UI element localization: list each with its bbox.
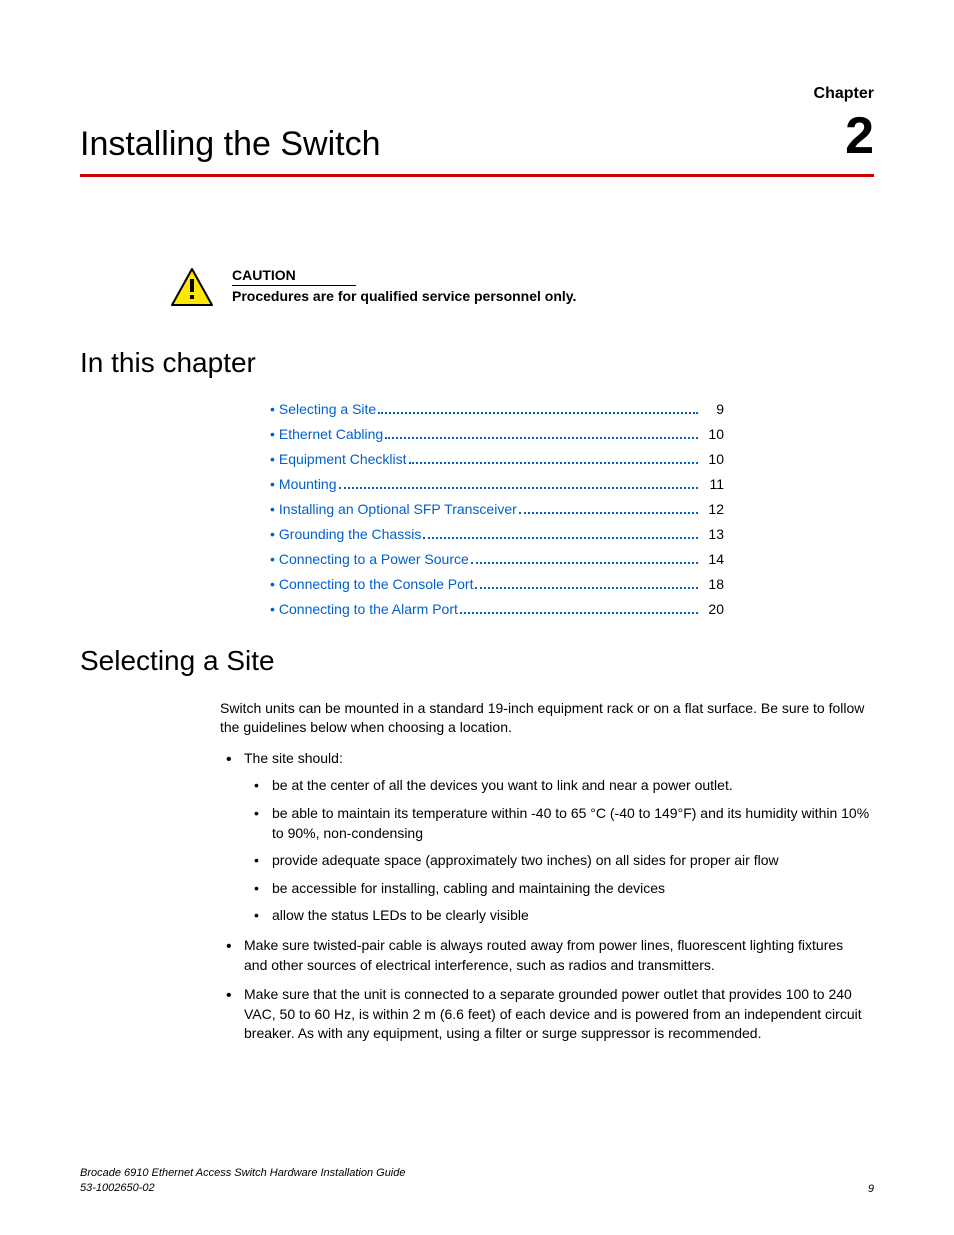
toc-page: 11 (702, 476, 724, 492)
section-body: Switch units can be mounted in a standar… (220, 699, 870, 1044)
toc-page: 10 (702, 451, 724, 467)
footer-page-number: 9 (868, 1183, 874, 1195)
warning-icon (170, 267, 214, 307)
bullet-list: The site should: be at the center of all… (220, 749, 870, 1044)
toc-item[interactable]: • Mounting 11 (270, 476, 724, 492)
toc-page: 9 (702, 401, 724, 417)
toc-page: 14 (702, 551, 724, 567)
toc-page: 20 (702, 601, 724, 617)
bullet-icon: • (270, 526, 275, 542)
toc-list: • Selecting a Site 9 • Ethernet Cabling … (270, 401, 724, 617)
bullet-icon: • (270, 426, 275, 442)
bullet-icon: • (270, 576, 275, 592)
chapter-number: 2 (845, 110, 874, 162)
toc-leader (475, 587, 698, 589)
toc-label: Connecting to the Alarm Port (279, 601, 458, 617)
toc-item[interactable]: • Grounding the Chassis 13 (270, 526, 724, 542)
bullet-icon: • (270, 551, 275, 567)
toc-label: Ethernet Cabling (279, 426, 383, 442)
toc-item[interactable]: • Connecting to the Alarm Port 20 (270, 601, 724, 617)
toc-leader (378, 412, 698, 414)
toc-leader (339, 487, 699, 489)
toc-leader (385, 437, 698, 439)
chapter-label: Chapter (814, 85, 874, 103)
toc-item[interactable]: • Selecting a Site 9 (270, 401, 724, 417)
page-footer: Brocade 6910 Ethernet Access Switch Hard… (80, 1166, 874, 1195)
toc-leader (460, 612, 698, 614)
toc-page: 10 (702, 426, 724, 442)
title-rule (80, 174, 874, 177)
toc-item[interactable]: • Equipment Checklist 10 (270, 451, 724, 467)
toc-label: Installing an Optional SFP Transceiver (279, 501, 517, 517)
list-item: be at the center of all the devices you … (244, 776, 870, 796)
bullet-icon: • (270, 476, 275, 492)
toc-label: Grounding the Chassis (279, 526, 421, 542)
list-item: The site should: be at the center of all… (220, 749, 870, 926)
toc-leader (409, 462, 698, 464)
toc-item[interactable]: • Ethernet Cabling 10 (270, 426, 724, 442)
caution-text: CAUTION Procedures are for qualified ser… (232, 267, 576, 304)
toc-label: Connecting to a Power Source (279, 551, 469, 567)
toc-label: Mounting (279, 476, 337, 492)
list-item: provide adequate space (approximately tw… (244, 851, 870, 871)
caution-block: CAUTION Procedures are for qualified ser… (170, 267, 874, 307)
toc-item[interactable]: • Installing an Optional SFP Transceiver… (270, 501, 724, 517)
chapter-header: Chapter 2 Installing the Switch (80, 85, 874, 174)
list-item: Make sure twisted-pair cable is always r… (220, 936, 870, 975)
toc-page: 18 (702, 576, 724, 592)
footer-docnum: 53-1002650-02 (80, 1181, 406, 1195)
bullet-icon: • (270, 601, 275, 617)
page-title: Installing the Switch (80, 85, 874, 174)
bullet-icon: • (270, 501, 275, 517)
toc-label: Connecting to the Console Port (279, 576, 474, 592)
sub-bullet-list: be at the center of all the devices you … (244, 776, 870, 926)
list-item: be able to maintain its temperature with… (244, 804, 870, 843)
toc-item[interactable]: • Connecting to a Power Source 14 (270, 551, 724, 567)
list-item: allow the status LEDs to be clearly visi… (244, 906, 870, 926)
toc-label: Equipment Checklist (279, 451, 407, 467)
footer-left: Brocade 6910 Ethernet Access Switch Hard… (80, 1166, 406, 1195)
section-heading: Selecting a Site (80, 645, 874, 677)
toc-item[interactable]: • Connecting to the Console Port 18 (270, 576, 724, 592)
toc-label: Selecting a Site (279, 401, 376, 417)
bullet-icon: • (270, 451, 275, 467)
list-item: be accessible for installing, cabling an… (244, 879, 870, 899)
toc-page: 12 (702, 501, 724, 517)
list-item: Make sure that the unit is connected to … (220, 985, 870, 1044)
caution-heading: CAUTION (232, 267, 356, 286)
toc-heading: In this chapter (80, 347, 874, 379)
bullet-icon: • (270, 401, 275, 417)
toc-leader (423, 537, 698, 539)
intro-paragraph: Switch units can be mounted in a standar… (220, 699, 870, 737)
toc-leader (471, 562, 698, 564)
toc-page: 13 (702, 526, 724, 542)
footer-title: Brocade 6910 Ethernet Access Switch Hard… (80, 1166, 406, 1180)
list-item-text: The site should: (244, 750, 343, 766)
toc-leader (519, 512, 698, 514)
caution-body: Procedures are for qualified service per… (232, 288, 576, 304)
